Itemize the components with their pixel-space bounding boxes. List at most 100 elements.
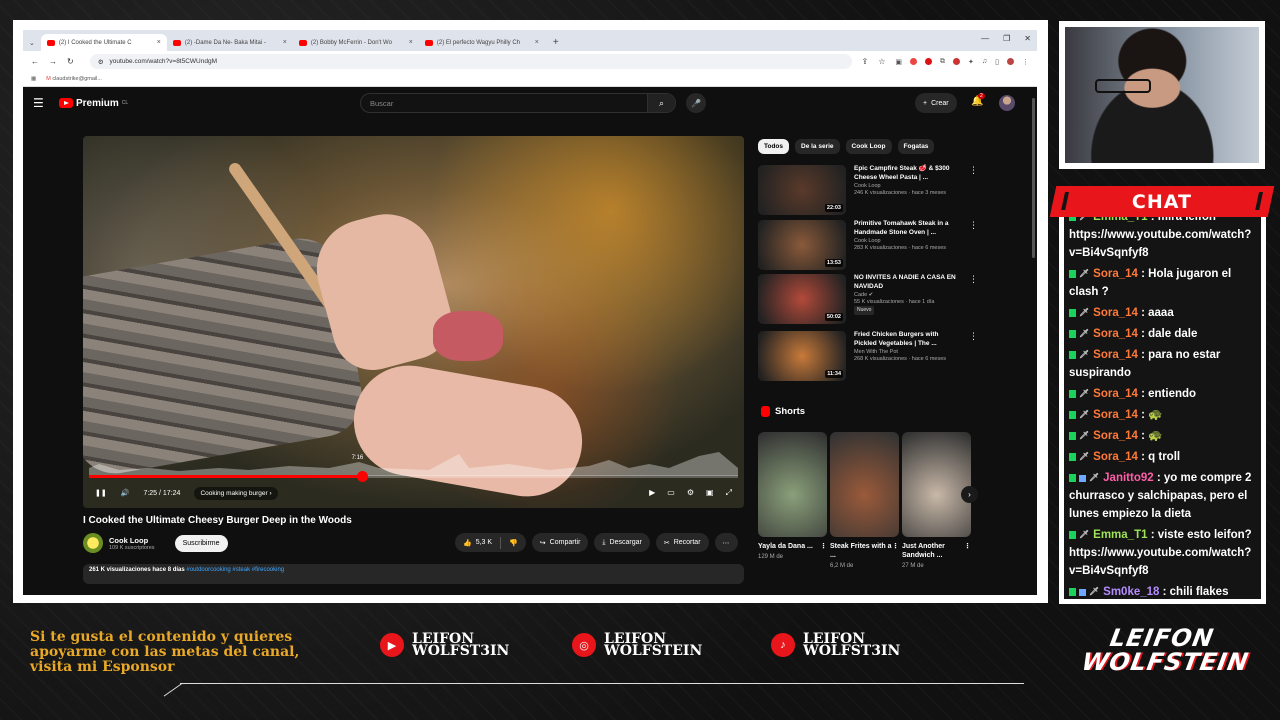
filter-chip[interactable]: Cook Loop [845,139,892,154]
back-icon[interactable]: ← [31,57,39,66]
restore-icon[interactable]: ❐ [1003,34,1010,43]
chat-username[interactable]: Sora_14 [1093,268,1138,280]
forward-icon[interactable]: → [49,57,57,66]
browser-tab[interactable]: (2) I Cooked the Ultimate C × [40,34,167,51]
subscribe-button[interactable]: Suscribirme [174,534,228,552]
more-actions-button[interactable]: ⋯ [714,533,738,552]
chat-username[interactable]: Sora_14 [1093,328,1138,340]
extension-icon[interactable]: ⧉ [940,58,945,66]
avatar[interactable] [999,95,1015,111]
bookmark-star-icon[interactable]: ☆ [878,57,885,66]
more-options-icon[interactable]: ⋮ [969,331,978,381]
video-player[interactable]: 7:16 ❚❚ 🔊 7:25 / 17:24 Cooking making bu… [83,136,744,508]
miniplayer-icon[interactable]: ▣ [706,488,714,498]
search-input[interactable]: Buscar [361,99,647,108]
more-options-icon[interactable]: ⋮ [969,220,978,270]
volume-icon[interactable]: 🔊 [121,489,130,497]
apps-grid-icon[interactable]: ▦ [31,76,36,82]
new-tab-button[interactable]: + [553,37,559,48]
create-button[interactable]: + Crear [915,93,957,113]
browser-tab[interactable]: (2) El perfecto Wagyu Philly Ch × [419,34,545,51]
recommended-video[interactable]: 22:03 Epic Campfire Steak 🥩 & $300 Cheese… [758,165,978,215]
extension-icon[interactable]: ▣ [895,58,902,66]
short-card[interactable]: Just Another Sandwich ... ⋮ 27 M de [902,432,971,569]
more-options-icon[interactable]: ⋮ [892,542,899,560]
subtitles-icon[interactable]: ▭ [667,488,675,498]
fullscreen-icon[interactable]: ⤢ [726,488,732,498]
close-window-icon[interactable]: ✕ [1024,34,1031,43]
settings-gear-icon[interactable]: ⚙ [687,488,694,498]
filter-chip[interactable]: Fogatas [897,139,935,154]
extension-icon[interactable] [925,58,933,65]
chat-username[interactable]: Sora_14 [1093,451,1138,463]
filter-chip[interactable]: Todos [758,139,790,154]
chat-username[interactable]: Sora_14 [1093,307,1138,319]
browser-tab[interactable]: (2) -Dame Da Ne- Baka Mitai - × [167,34,293,51]
short-thumbnail[interactable] [758,432,827,537]
menu-dots-icon[interactable]: ⋮ [1022,58,1029,66]
close-tab-icon[interactable]: × [157,39,161,46]
recommended-video[interactable]: 50:02 NO INVITES A NADIE A CASA EN NAVIDA… [758,274,978,324]
video-thumbnail[interactable]: 11:34 [758,331,846,381]
download-button[interactable]: ⤓ Descargar [594,533,650,552]
more-options-icon[interactable]: ⋮ [969,274,978,324]
short-thumbnail[interactable] [830,432,899,537]
video-thumbnail[interactable]: 13:53 [758,220,846,270]
short-thumbnail[interactable] [902,432,971,537]
tab-list-icon[interactable]: ⌄ [29,39,35,47]
recommended-video[interactable]: 11:34 Fried Chicken Burgers with Pickled … [758,331,978,381]
more-options-icon[interactable]: ⋮ [969,165,978,215]
close-tab-icon[interactable]: × [283,39,287,46]
recommended-video[interactable]: 13:53 Primitive Tomahawk Steak in a Handm… [758,220,978,270]
search-box[interactable]: Buscar ⌕ [360,93,676,113]
bookmark-gmail[interactable]: M claudstrike@gmail... [46,76,102,82]
extension-icon[interactable] [910,58,918,65]
minimize-icon[interactable]: — [981,34,989,43]
autoplay-toggle-icon[interactable]: ▶ [649,488,655,498]
like-button[interactable]: 👍 5,3 K 👎 [455,533,526,552]
youtube-logo[interactable]: Premium CL [59,98,128,109]
sidepanel-icon[interactable]: ▯ [995,58,999,66]
chat-username[interactable]: Sm0ke_18 [1103,586,1159,598]
extensions-puzzle-icon[interactable]: ✦ [968,58,974,66]
description-tags[interactable]: #outdoorcooking #steak #firecooking [186,567,284,573]
chat-username[interactable]: Janitto92 [1103,472,1154,484]
video-thumbnail[interactable]: 22:03 [758,165,846,215]
short-card[interactable]: Yayla da Dana ... ⋮ 129 M de [758,432,827,569]
pause-icon[interactable]: ❚❚ [95,489,107,497]
chat-username[interactable]: Sora_14 [1093,430,1138,442]
chapter-button[interactable]: Cooking making burger › [194,486,278,500]
chat-username[interactable]: Sora_14 [1093,388,1138,400]
shorts-next-icon[interactable]: › [961,486,978,503]
hamburger-menu-icon[interactable]: ☰ [33,96,49,110]
share-button[interactable]: ↪ Compartir [531,533,589,552]
close-tab-icon[interactable]: × [409,39,413,46]
page-scrollbar[interactable] [1032,98,1035,258]
extension-icon[interactable] [953,58,961,65]
clip-button[interactable]: ✂ Recortar [655,533,709,552]
filter-chip[interactable]: De la serie [795,139,840,154]
channel-avatar[interactable] [83,533,103,553]
close-tab-icon[interactable]: × [535,39,539,46]
description-box[interactable]: 261 K visualizaciones hace 8 días #outdo… [83,564,744,584]
more-options-icon[interactable]: ⋮ [964,542,971,560]
recommended-meta: 55 K visualizaciones · hace 1 día [854,298,935,305]
thumbs-down-icon[interactable]: 👎 [509,539,518,547]
short-card[interactable]: Steak Frites with a ... ⋮ 6,2 M de [830,432,899,569]
browser-tab[interactable]: (2) Bobby McFerrin - Don't Wo × [293,34,419,51]
more-options-icon[interactable]: ⋮ [820,542,827,551]
profile-avatar-icon[interactable] [1007,58,1014,65]
site-info-icon[interactable]: ⚙ [98,58,104,66]
chat-username[interactable]: Emma_T1 [1093,529,1147,541]
mic-icon[interactable]: 🎤 [686,93,706,113]
notifications-bell-icon[interactable]: 🔔 2 [971,93,985,107]
media-control-icon[interactable]: ♫ [982,58,987,65]
channel-name[interactable]: Cook Loop [109,536,155,545]
chat-username[interactable]: Sora_14 [1093,409,1138,421]
chat-username[interactable]: Sora_14 [1093,349,1138,361]
install-icon[interactable]: ⇪ [862,57,869,66]
reload-icon[interactable]: ↻ [67,57,74,66]
video-thumbnail[interactable]: 50:02 [758,274,846,324]
url-field[interactable]: ⚙ youtube.com/watch?v=8t5CWUndgM [89,54,852,69]
search-icon[interactable]: ⌕ [647,94,675,112]
